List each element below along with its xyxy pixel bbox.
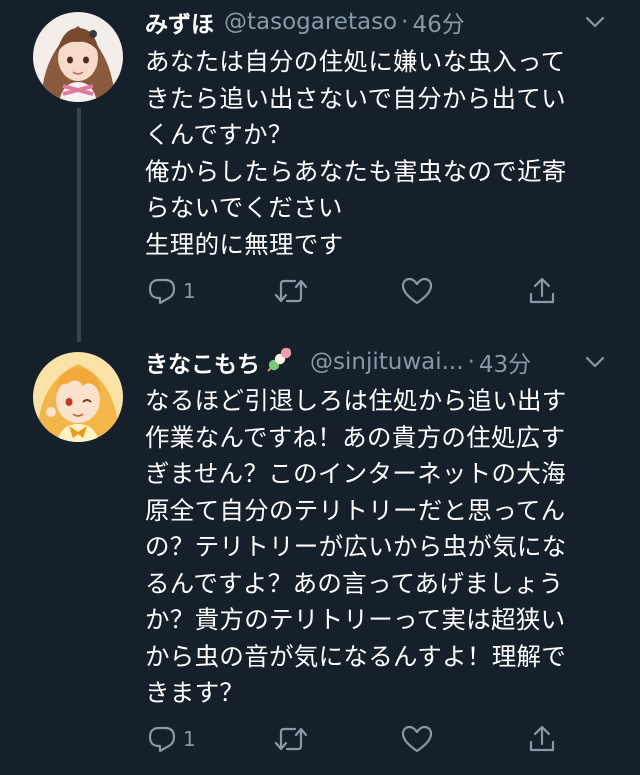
dango-icon	[264, 343, 296, 381]
tweet-text: あなたは自分の住処に嫌いな虫入って きたら追い出さないで自分から出てい くんです…	[145, 47, 567, 259]
chevron-down-icon[interactable]	[580, 7, 610, 37]
retweet-button[interactable]	[273, 721, 309, 757]
timestamp[interactable]: 43分	[479, 345, 531, 379]
reply-count: 1	[183, 279, 196, 303]
avatar-girl-blonde-hair-icon	[33, 352, 123, 442]
tweet-header: きなこもち @sinjituwai... · 43分	[145, 345, 620, 379]
display-name[interactable]: みずほ	[145, 5, 214, 39]
tweet-header: みずほ @tasogaretaso · 46分	[145, 5, 620, 39]
tweet-actions: 1	[145, 721, 575, 757]
tweet-text: なるほど引退しろは住処から追い出す 作業なんですね！あの貴方の住処広す ぎません…	[145, 386, 567, 707]
user-handle[interactable]: @tasogaretaso	[224, 9, 397, 35]
separator-dot: ·	[467, 349, 475, 375]
like-button[interactable]	[401, 273, 433, 309]
share-icon	[527, 276, 557, 306]
tweet-actions: 1	[145, 273, 575, 309]
reply-button[interactable]: 1	[147, 721, 196, 757]
share-button[interactable]	[527, 721, 557, 757]
reply-count: 1	[183, 727, 196, 751]
reply-button[interactable]: 1	[147, 273, 196, 309]
avatar-girl-brown-hair-icon	[33, 12, 123, 102]
heart-icon	[401, 724, 433, 754]
heart-icon	[401, 276, 433, 306]
avatar[interactable]	[33, 12, 123, 102]
like-button[interactable]	[401, 721, 433, 757]
thread-connector-line	[77, 108, 81, 342]
chevron-down-icon[interactable]	[580, 347, 610, 377]
display-name[interactable]: きなこもち	[145, 345, 260, 379]
user-handle[interactable]: @sinjituwai...	[310, 349, 464, 375]
separator-dot: ·	[401, 9, 409, 35]
retweet-icon	[273, 724, 309, 754]
reply-icon	[147, 724, 177, 754]
share-button[interactable]	[527, 273, 557, 309]
avatar[interactable]	[33, 352, 123, 442]
reply-icon	[147, 276, 177, 306]
retweet-icon	[273, 276, 309, 306]
share-icon	[527, 724, 557, 754]
retweet-button[interactable]	[273, 273, 309, 309]
timestamp[interactable]: 46分	[412, 5, 464, 39]
